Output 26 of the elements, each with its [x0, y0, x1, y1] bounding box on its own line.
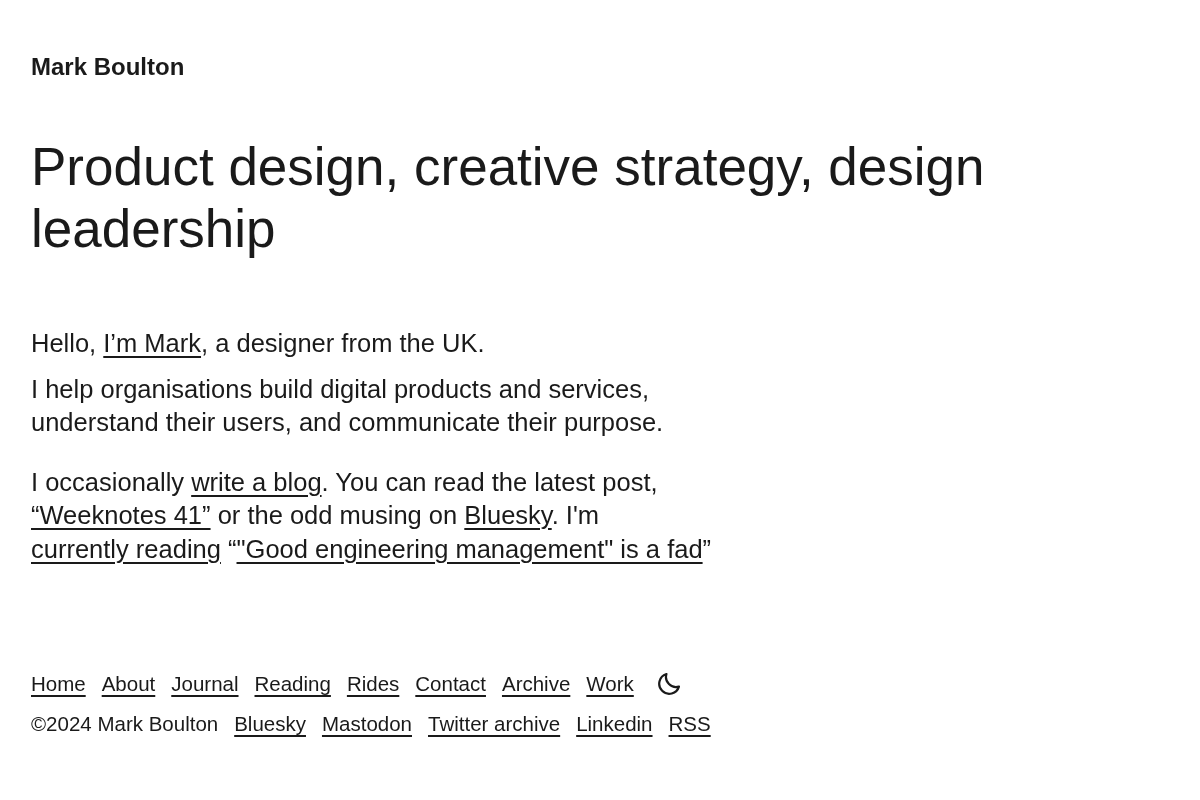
footer-link[interactable]: Mastodon — [321, 710, 412, 738]
intro-paragraph: I occasionally write a blog. You can read the latest post, “Weeknotes 41” or the odd musing on Bluesky. I'm currently reading “"Good engineering management" is a fad” — [31, 466, 713, 565]
footer-link[interactable]: RSS — [668, 710, 711, 738]
nav-link[interactable]: Work — [586, 670, 634, 698]
nav-link[interactable]: Rides — [346, 670, 400, 698]
inline-link[interactable]: currently reading — [31, 534, 221, 563]
nav-link[interactable]: About — [101, 670, 156, 698]
inline-link[interactable]: “Weeknotes 41” — [31, 501, 211, 529]
footer-link[interactable]: Bluesky — [234, 710, 306, 738]
footer-link[interactable]: Linkedin — [576, 710, 653, 738]
inline-link[interactable]: I’m Mark — [103, 329, 202, 357]
headline: Product design, creative strategy, design leadership — [31, 136, 986, 260]
inline-link[interactable]: write a blog — [191, 467, 322, 496]
nav-link[interactable]: Home — [31, 670, 86, 698]
copyright-text: ©2024 Mark Boulton — [31, 711, 219, 737]
nav-link[interactable]: Reading — [254, 670, 331, 698]
inline-link[interactable]: Bluesky — [464, 501, 552, 529]
inline-link[interactable]: "Good engineering management" is a fad — [236, 534, 703, 563]
nav-link[interactable]: Archive — [501, 670, 571, 698]
intro-paragraph: Hello, I’m Mark, a designer from the UK. — [31, 328, 486, 359]
nav-link[interactable]: Contact — [415, 670, 486, 698]
footer-link[interactable]: Twitter archive — [428, 710, 561, 738]
nav-link[interactable]: Journal — [171, 670, 239, 698]
moon-icon[interactable] — [657, 673, 680, 695]
site-title[interactable]: Mark Boulton — [31, 52, 185, 82]
intro-paragraph: I help organisations build digital products and services, understand their users, and communicate their purpose. — [31, 373, 665, 438]
